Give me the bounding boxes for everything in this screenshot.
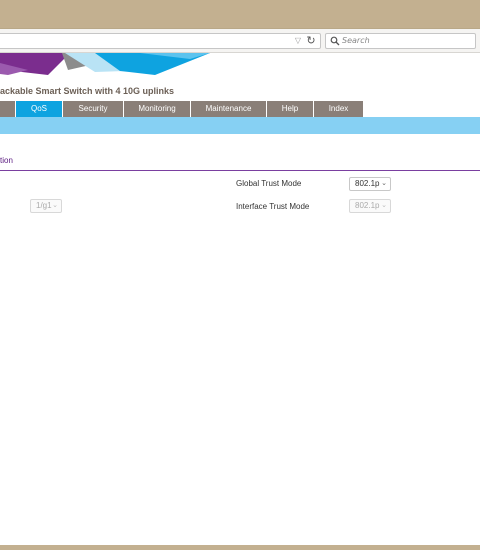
history-dropdown-icon[interactable]: ▽ bbox=[293, 36, 303, 46]
brand-banner bbox=[0, 53, 210, 75]
global-trust-mode-label: Global Trust Mode bbox=[236, 179, 302, 188]
nav-tab-qos[interactable]: QoS bbox=[16, 101, 63, 117]
port-select[interactable]: 1/g1 ⌄ bbox=[30, 199, 62, 213]
search-placeholder: Search bbox=[342, 36, 370, 45]
browser-search-box[interactable]: Search bbox=[325, 33, 476, 49]
global-trust-mode-select[interactable]: 802.1p ⌄ bbox=[349, 177, 391, 191]
search-icon bbox=[330, 36, 340, 46]
interface-trust-mode-select[interactable]: 802.1p ⌄ bbox=[349, 199, 391, 213]
sub-nav-bar bbox=[0, 117, 480, 134]
interface-trust-mode-label: Interface Trust Mode bbox=[236, 202, 310, 211]
product-title: ackable Smart Switch with 4 10G uplinks bbox=[0, 86, 175, 96]
chevron-down-icon: ⌄ bbox=[52, 202, 58, 209]
global-trust-mode-value: 802.1p bbox=[355, 179, 380, 188]
nav-tab-help[interactable]: Help bbox=[267, 101, 314, 117]
reload-icon[interactable]: ↻ bbox=[305, 34, 317, 48]
section-divider bbox=[0, 170, 480, 171]
address-bar[interactable]: ▽ ↻ bbox=[0, 33, 321, 49]
browser-toolbar: ▽ ↻ Search bbox=[0, 28, 480, 53]
web-page: ackable Smart Switch with 4 10G uplinks … bbox=[0, 53, 480, 545]
interface-trust-mode-value: 802.1p bbox=[355, 201, 380, 210]
chevron-down-icon: ⌄ bbox=[381, 202, 387, 209]
chevron-down-icon: ⌄ bbox=[381, 180, 387, 187]
nav-tab-monitoring[interactable]: Monitoring bbox=[124, 101, 191, 117]
main-nav: QoS Security Monitoring Maintenance Help… bbox=[0, 101, 480, 117]
window-titlebar bbox=[0, 0, 480, 28]
section-tab-configuration[interactable]: tion bbox=[0, 156, 13, 165]
port-select-value: 1/g1 bbox=[36, 201, 52, 210]
window-bottom-border bbox=[0, 545, 480, 550]
nav-tab-system[interactable] bbox=[0, 101, 16, 117]
nav-tab-security[interactable]: Security bbox=[63, 101, 124, 117]
nav-tab-index[interactable]: Index bbox=[314, 101, 364, 117]
nav-tab-maintenance[interactable]: Maintenance bbox=[191, 101, 267, 117]
